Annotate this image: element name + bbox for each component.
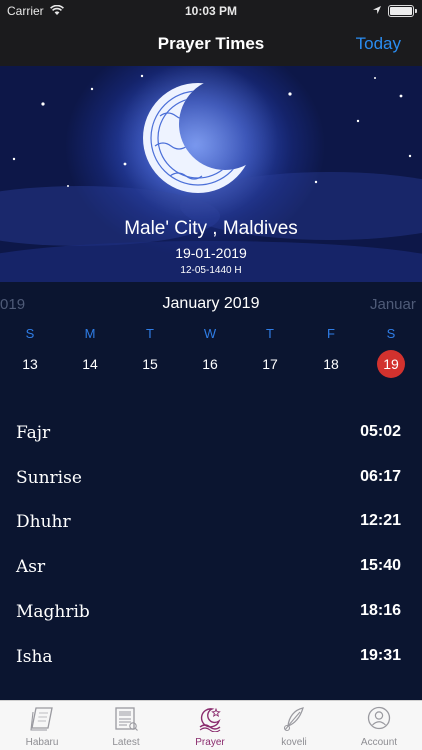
month-scroller[interactable]: y 2019 January 2019 Januar	[0, 282, 422, 326]
feather-icon	[283, 707, 304, 732]
selected-date-label: 19	[377, 350, 405, 378]
prayer-row-isha: Isha 19:31	[0, 637, 422, 681]
newspaper-icon	[30, 707, 53, 731]
date-cell[interactable]: 14	[70, 356, 110, 372]
tab-label: Account	[360, 737, 398, 748]
prayer-time: 15:40	[360, 557, 401, 574]
weekday-label: W	[203, 326, 217, 341]
tab-latest[interactable]: Latest	[84, 701, 168, 750]
today-button[interactable]: Today	[356, 34, 401, 54]
weekday-label: F	[327, 326, 335, 341]
gregorian-date: 19-01-2019	[175, 245, 247, 261]
date-cell[interactable]: 15	[130, 356, 170, 372]
article-icon	[115, 707, 138, 731]
prayer-name: Sunrise	[16, 468, 82, 488]
date-row: 13 14 15 16 17 18 19	[0, 350, 422, 378]
header-banner: Male' City , Maldives 19-01-2019 12-05-1…	[0, 66, 422, 282]
tab-label: Prayer	[195, 737, 225, 748]
weekday-label: S	[386, 326, 396, 341]
date-cell[interactable]: 16	[190, 356, 230, 372]
date-cell[interactable]: 13	[10, 356, 50, 372]
tab-bar: Habaru Latest Prayer koveli Account	[0, 700, 422, 750]
location-arrow-icon	[373, 6, 381, 14]
prayer-name: Maghrib	[16, 602, 90, 622]
prayer-row-fajr: Fajr 05:02	[0, 413, 422, 457]
tab-prayer[interactable]: Prayer	[168, 701, 252, 750]
prayer-name: Dhuhr	[16, 512, 71, 532]
prayer-time: 12:21	[360, 512, 401, 529]
battery-icon	[388, 5, 417, 17]
weekday-label: S	[25, 326, 35, 341]
current-month-label: January 2019	[162, 295, 260, 312]
prayer-name: Fajr	[16, 423, 51, 443]
weekday-label: T	[146, 326, 154, 341]
tab-label: Latest	[112, 737, 140, 748]
navigation-bar: Prayer Times Today	[0, 22, 422, 66]
prayer-time: 05:02	[360, 423, 401, 440]
selected-date-cell[interactable]: 19	[371, 350, 411, 378]
tab-account[interactable]: Account	[337, 701, 421, 750]
weekday-label: T	[266, 326, 274, 341]
user-icon	[367, 706, 391, 730]
tab-koveli[interactable]: koveli	[252, 701, 336, 750]
prayer-row-maghrib: Maghrib 18:16	[0, 592, 422, 636]
date-cell[interactable]: 17	[250, 356, 290, 372]
status-time: 10:03 PM	[184, 4, 238, 18]
tab-label: Habaru	[25, 737, 59, 748]
hijri-date: 12-05-1440 H	[180, 265, 242, 276]
prayer-time: 19:31	[360, 647, 401, 664]
prayer-row-dhuhr: Dhuhr 12:21	[0, 502, 422, 546]
date-cell[interactable]: 18	[311, 356, 351, 372]
status-bar: Carrier 10:03 PM	[0, 0, 422, 22]
prayer-row-sunrise: Sunrise 06:17	[0, 458, 422, 502]
weekday-header-row: S M T W T F S	[0, 326, 422, 346]
prayer-name: Isha	[16, 647, 53, 667]
prayer-name: Asr	[16, 557, 46, 577]
prayer-time: 06:17	[360, 468, 401, 485]
prayer-row-asr: Asr 15:40	[0, 547, 422, 591]
weekday-label: M	[84, 326, 96, 341]
tab-label: koveli	[281, 737, 307, 748]
prayer-time: 18:16	[360, 602, 401, 619]
crescent-icon	[199, 707, 221, 732]
city-name: Male' City , Maldives	[124, 218, 298, 239]
tab-habaru[interactable]: Habaru	[0, 701, 84, 750]
next-month-label[interactable]: Januar	[370, 296, 416, 313]
